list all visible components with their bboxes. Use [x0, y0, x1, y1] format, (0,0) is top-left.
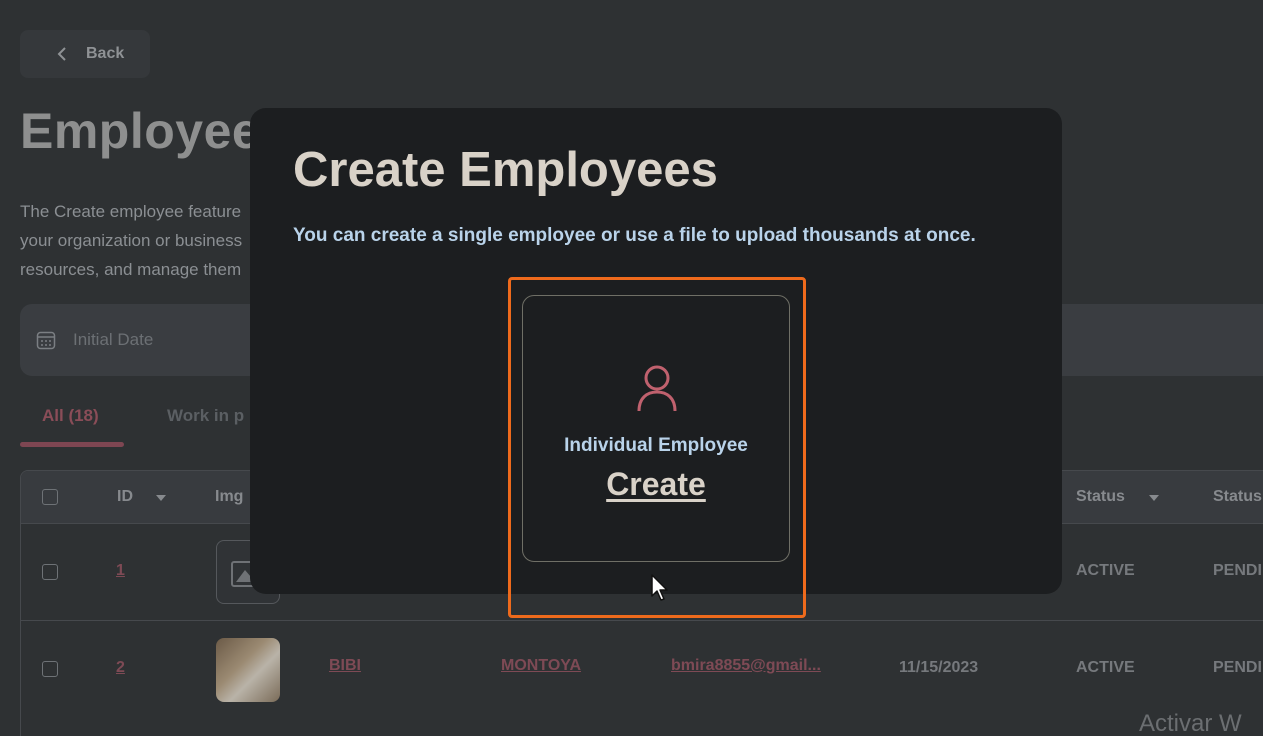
- calendar-icon: [36, 331, 56, 350]
- first-name-link[interactable]: BIBI: [329, 657, 361, 675]
- row-checkbox[interactable]: [42, 564, 58, 580]
- employee-photo: [216, 638, 280, 702]
- tab-all[interactable]: All (18): [42, 406, 99, 426]
- header-id[interactable]: ID: [117, 488, 133, 506]
- header-img: Img: [215, 488, 244, 505]
- header-status[interactable]: Status: [1076, 488, 1125, 506]
- date-value: 11/15/2023: [899, 659, 979, 676]
- tab-work-in-progress[interactable]: Work in p: [167, 406, 252, 426]
- header-status-2[interactable]: Status: [1213, 488, 1262, 506]
- tab-active-indicator: [20, 442, 124, 447]
- email-link[interactable]: bmira8855@gmail...: [671, 657, 821, 675]
- person-icon: [637, 365, 677, 412]
- status-value: ACTIVE: [1076, 562, 1135, 579]
- sort-id-icon[interactable]: [156, 495, 166, 501]
- option-label: Individual Employee: [564, 435, 748, 456]
- individual-employee-card[interactable]: Individual Employee Create: [522, 295, 790, 562]
- row-id-link[interactable]: 2: [116, 659, 125, 677]
- status-2-value: PENDI: [1213, 659, 1262, 676]
- modal-title: Create Employees: [293, 143, 718, 197]
- mouse-cursor-icon: [651, 574, 668, 601]
- page-description: The Create employee feature your organiz…: [20, 202, 243, 279]
- back-label: Back: [86, 45, 125, 62]
- sort-status-icon[interactable]: [1149, 495, 1159, 501]
- create-link[interactable]: Create: [523, 466, 789, 503]
- page-title: Employees: [20, 103, 289, 159]
- back-button[interactable]: Back: [20, 30, 150, 78]
- table-row: 2 BIBI MONTOYA bmira8855@gmail... 11/15/…: [21, 620, 1263, 717]
- status-2-value: PENDI: [1213, 562, 1262, 579]
- row-id-link[interactable]: 1: [116, 562, 125, 580]
- row-checkbox[interactable]: [42, 661, 58, 677]
- modal-description: You can create a single employee or use …: [293, 225, 976, 246]
- activation-watermark: Activar W: [1139, 710, 1242, 736]
- chevron-left-icon: [57, 47, 66, 61]
- select-all-checkbox[interactable]: [42, 489, 58, 505]
- last-name-link[interactable]: MONTOYA: [501, 657, 581, 675]
- status-value: ACTIVE: [1076, 659, 1135, 676]
- initial-date-input[interactable]: Initial Date: [73, 330, 153, 350]
